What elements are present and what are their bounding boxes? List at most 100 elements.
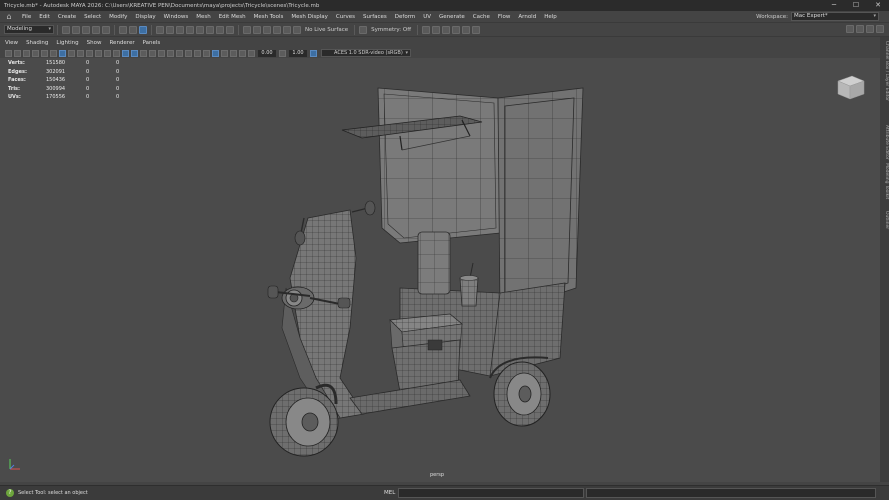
exposure-icon[interactable] bbox=[248, 49, 255, 57]
menu-modify[interactable]: Modify bbox=[105, 14, 131, 20]
modeling-toolkit-toggle-icon[interactable] bbox=[846, 25, 854, 33]
menu-arnold[interactable]: Arnold bbox=[514, 14, 540, 20]
menu-generate[interactable]: Generate bbox=[435, 14, 469, 20]
make-live-icon[interactable] bbox=[293, 25, 301, 34]
smooth-shade-icon[interactable] bbox=[131, 49, 138, 57]
snap-to-surface-icon[interactable] bbox=[273, 25, 281, 34]
menu-flow[interactable]: Flow bbox=[494, 14, 515, 20]
attribute-editor-toggle-icon[interactable] bbox=[856, 25, 864, 33]
menu-file[interactable]: File bbox=[18, 14, 35, 20]
select-by-surface-icon[interactable] bbox=[186, 25, 194, 34]
panel-menu-shading[interactable]: Shading bbox=[21, 40, 51, 46]
minimize-button[interactable]: ─ bbox=[823, 0, 845, 11]
grid-toggle-icon[interactable] bbox=[59, 49, 66, 57]
menu-display[interactable]: Display bbox=[131, 14, 159, 20]
default-material-icon[interactable] bbox=[140, 49, 147, 57]
maya-home-icon[interactable]: ⌂ bbox=[4, 12, 14, 22]
panel-menu-lighting[interactable]: Lighting bbox=[51, 40, 81, 46]
select-camera-icon[interactable] bbox=[5, 49, 12, 57]
field-chart-icon[interactable] bbox=[95, 49, 102, 57]
snap-to-curve-icon[interactable] bbox=[253, 25, 261, 34]
menu-deform[interactable]: Deform bbox=[391, 14, 419, 20]
bookmark-icon[interactable] bbox=[23, 49, 30, 57]
hierarchy-mode-icon[interactable] bbox=[119, 25, 127, 34]
use-all-lights-icon[interactable] bbox=[158, 49, 165, 57]
camera-attributes-icon[interactable] bbox=[14, 49, 21, 57]
menu-create[interactable]: Create bbox=[54, 14, 80, 20]
save-scene-icon[interactable] bbox=[82, 25, 90, 34]
xray-components-icon[interactable] bbox=[239, 49, 246, 57]
menu-help[interactable]: Help bbox=[540, 14, 561, 20]
panel-menu-renderer[interactable]: Renderer bbox=[104, 40, 137, 46]
gamma-field[interactable]: 1.00 bbox=[289, 49, 307, 57]
script-language-toggle[interactable]: MEL bbox=[384, 490, 395, 496]
view-transform-dropdown[interactable]: ACES 1.0 SDR-video (sRGB) bbox=[321, 49, 411, 57]
close-button[interactable]: ✕ bbox=[867, 0, 889, 11]
snap-to-grid-icon[interactable] bbox=[243, 25, 251, 34]
maximize-button[interactable]: ☐ bbox=[845, 0, 867, 11]
snap-to-view-plane-icon[interactable] bbox=[283, 25, 291, 34]
input-line-icon[interactable] bbox=[422, 25, 431, 34]
select-by-deformation-icon[interactable] bbox=[196, 25, 204, 34]
gate-mask-icon[interactable] bbox=[86, 49, 93, 57]
menu-windows[interactable]: Windows bbox=[160, 14, 193, 20]
select-by-curve-icon[interactable] bbox=[176, 25, 184, 34]
xray-icon[interactable] bbox=[221, 49, 228, 57]
exposure-field[interactable]: 0.00 bbox=[258, 49, 276, 57]
redo-icon[interactable] bbox=[102, 25, 110, 34]
image-plane-icon[interactable] bbox=[32, 49, 39, 57]
command-input[interactable] bbox=[398, 488, 584, 498]
undo-icon[interactable] bbox=[92, 25, 100, 34]
menu-edit[interactable]: Edit bbox=[35, 14, 54, 20]
tab-channel-box[interactable]: Channel Box / Layer Editor bbox=[880, 41, 889, 101]
menu-uv[interactable]: UV bbox=[419, 14, 435, 20]
tricycle-model[interactable] bbox=[0, 58, 880, 482]
depth-of-field-icon[interactable] bbox=[203, 49, 210, 57]
object-mode-icon[interactable] bbox=[129, 25, 137, 34]
render-settings-icon[interactable] bbox=[452, 25, 461, 34]
select-by-render-icon[interactable] bbox=[216, 25, 224, 34]
component-mode-icon[interactable] bbox=[139, 25, 147, 34]
panel-menu-panels[interactable]: Panels bbox=[138, 40, 164, 46]
symmetry-icon[interactable] bbox=[359, 25, 368, 34]
menu-curves[interactable]: Curves bbox=[332, 14, 359, 20]
anti-aliasing-icon[interactable] bbox=[194, 49, 201, 57]
tab-attribute-editor[interactable]: Attribute Editor bbox=[880, 125, 889, 160]
menu-select[interactable]: Select bbox=[80, 14, 105, 20]
menu-cache[interactable]: Cache bbox=[469, 14, 494, 20]
tab-outliner[interactable]: Outliner bbox=[880, 211, 889, 229]
grease-pencil-icon[interactable] bbox=[50, 49, 57, 57]
select-by-handle-icon[interactable] bbox=[156, 25, 164, 34]
screen-space-ao-icon[interactable] bbox=[176, 49, 183, 57]
render-current-frame-icon[interactable] bbox=[432, 25, 441, 34]
2d-pan-zoom-icon[interactable] bbox=[41, 49, 48, 57]
panel-menu-view[interactable]: View bbox=[0, 40, 21, 46]
tool-settings-toggle-icon[interactable] bbox=[866, 25, 874, 33]
select-by-joint-icon[interactable] bbox=[166, 25, 174, 34]
tab-modeling-toolkit[interactable]: Modeling Toolkit bbox=[880, 163, 889, 199]
safe-title-icon[interactable] bbox=[113, 49, 120, 57]
menu-surfaces[interactable]: Surfaces bbox=[359, 14, 391, 20]
menu-mesh-display[interactable]: Mesh Display bbox=[287, 14, 332, 20]
menu-mesh[interactable]: Mesh bbox=[192, 14, 214, 20]
ipr-render-icon[interactable] bbox=[442, 25, 451, 34]
safe-action-icon[interactable] bbox=[104, 49, 111, 57]
panel-menu-show[interactable]: Show bbox=[82, 40, 105, 46]
open-scene-icon[interactable] bbox=[72, 25, 80, 34]
hypershade-icon[interactable] bbox=[462, 25, 471, 34]
isolate-select-icon[interactable] bbox=[212, 49, 219, 57]
snap-to-point-icon[interactable] bbox=[263, 25, 271, 34]
new-scene-icon[interactable] bbox=[62, 25, 70, 34]
film-gate-icon[interactable] bbox=[68, 49, 75, 57]
workspace-dropdown[interactable]: Mac Expert* bbox=[791, 12, 879, 21]
gamma-icon[interactable] bbox=[279, 49, 286, 57]
view-cube-icon[interactable] bbox=[836, 73, 866, 101]
textured-icon[interactable] bbox=[149, 49, 156, 57]
viewport-persp[interactable]: Verts: 151580 0 0 Edges: 302091 0 0 Face… bbox=[0, 58, 880, 482]
wireframe-icon[interactable] bbox=[122, 49, 129, 57]
color-management-icon[interactable] bbox=[310, 49, 317, 57]
channel-box-toggle-icon[interactable] bbox=[876, 25, 884, 33]
menu-set-dropdown[interactable]: Modeling bbox=[4, 25, 54, 34]
menu-mesh-tools[interactable]: Mesh Tools bbox=[250, 14, 288, 20]
xray-joints-icon[interactable] bbox=[230, 49, 237, 57]
